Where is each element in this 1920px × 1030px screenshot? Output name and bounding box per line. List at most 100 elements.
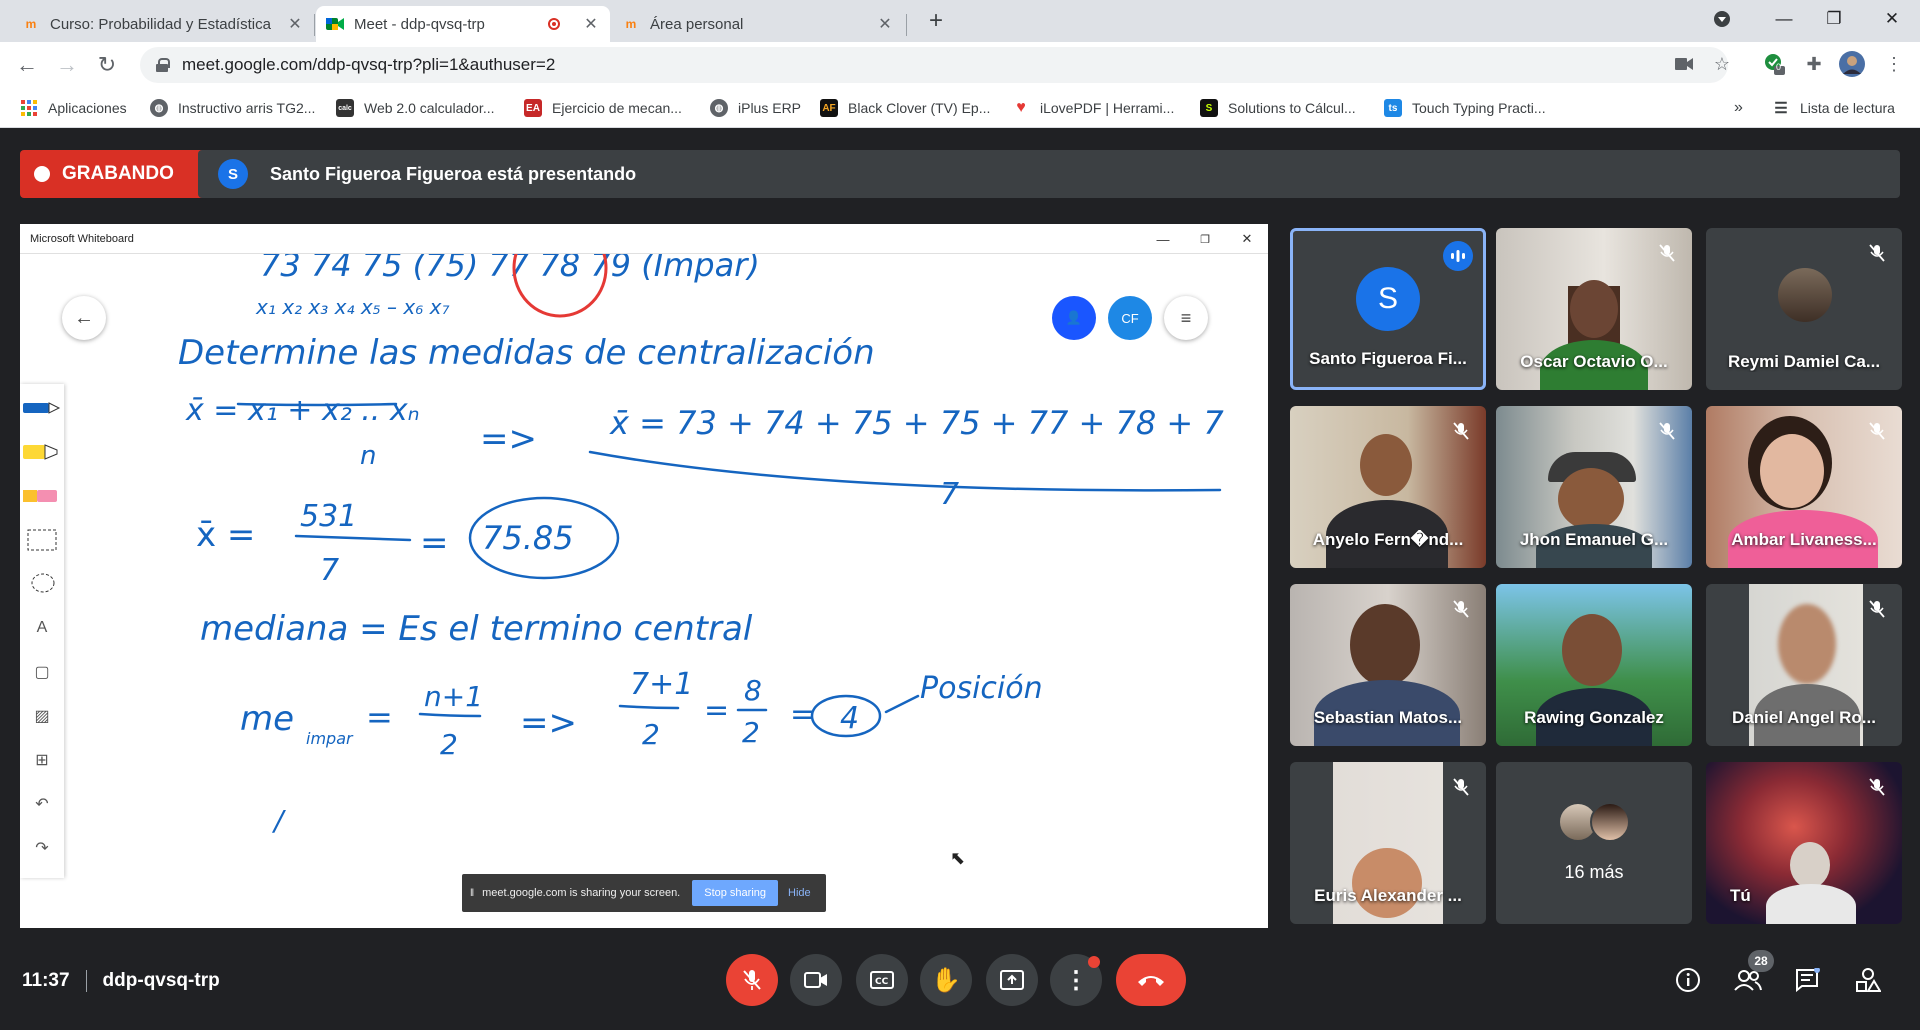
whiteboard-back-button[interactable]: ← bbox=[62, 296, 106, 340]
meeting-info-button[interactable] bbox=[1670, 962, 1706, 998]
presenting-banner: S Santo Figueroa Figueroa está presentan… bbox=[198, 150, 1900, 198]
bookmark-item[interactable]: S Solutions to Cálcul... bbox=[1200, 97, 1356, 119]
wb-close-icon[interactable]: ✕ bbox=[1226, 224, 1268, 254]
bookmark-item[interactable]: ◍ Instructivo arris TG2... bbox=[150, 97, 315, 119]
close-tab-icon[interactable]: ✕ bbox=[582, 14, 600, 34]
participant-tile[interactable]: Daniel Angel Ro... bbox=[1706, 584, 1902, 746]
whiteboard-canvas[interactable]: 73 74 75 (75) 77 78 79 (Impar) x₁ x₂ x₃ … bbox=[20, 254, 1268, 928]
note-icon[interactable]: ▢ bbox=[20, 652, 64, 692]
participant-name: Euris Alexander ... bbox=[1314, 886, 1462, 905]
bookmark-item[interactable]: ts Touch Typing Practi... bbox=[1384, 97, 1546, 119]
more-options-button[interactable]: ⋮ bbox=[1050, 954, 1102, 1006]
back-icon[interactable]: ← bbox=[12, 50, 42, 80]
bookmark-label: Black Clover (TV) Ep... bbox=[848, 100, 991, 116]
whiteboard-toolbar: A ▢ ▨ ⊞ ↶ ↷ bbox=[20, 384, 64, 878]
forward-icon[interactable]: → bbox=[52, 50, 82, 80]
camera-button[interactable] bbox=[790, 954, 842, 1006]
collaborator-cf[interactable]: CF bbox=[1108, 296, 1152, 340]
hide-button[interactable]: Hide bbox=[788, 887, 811, 899]
close-tab-icon[interactable]: ✕ bbox=[876, 14, 894, 34]
ink-xbar-label: x̄ = bbox=[196, 515, 255, 555]
tab-separator bbox=[314, 14, 315, 36]
svg-text:CC: CC bbox=[875, 977, 889, 987]
bookmark-item[interactable]: calc Web 2.0 calculador... bbox=[336, 97, 494, 119]
extensions-puzzle-icon[interactable]: ✚ bbox=[1800, 50, 1828, 78]
undo-icon[interactable]: ↶ bbox=[20, 784, 64, 824]
highlighter-yellow-icon[interactable] bbox=[20, 432, 64, 472]
close-tab-icon[interactable]: ✕ bbox=[286, 14, 304, 34]
participant-tile[interactable]: Rawing Gonzalez bbox=[1496, 584, 1692, 746]
ruler-icon[interactable] bbox=[20, 520, 64, 560]
bookmark-item[interactable]: ♥ iLovePDF | Herrami... bbox=[1012, 97, 1174, 119]
bookmark-item[interactable]: AF Black Clover (TV) Ep... bbox=[820, 97, 990, 119]
leave-call-button[interactable] bbox=[1116, 954, 1186, 1006]
reading-list-icon: ☰ bbox=[1774, 100, 1788, 117]
more-participants-tile[interactable]: 16 más bbox=[1496, 762, 1692, 924]
camera-in-use-icon[interactable] bbox=[1670, 50, 1698, 78]
drag-handle-icon[interactable]: ‖ bbox=[470, 888, 474, 899]
ink-fraction-bar bbox=[418, 712, 482, 718]
shared-screen-whiteboard[interactable]: Microsoft Whiteboard — ❐ ✕ 73 74 75 (75)… bbox=[20, 224, 1268, 928]
participant-video bbox=[1360, 434, 1412, 496]
bookmark-star-icon[interactable]: ☆ bbox=[1708, 50, 1736, 78]
participant-tile[interactable]: Reymi Damiel Ca... bbox=[1706, 228, 1902, 390]
reading-list-button[interactable]: ☰ Lista de lectura bbox=[1772, 97, 1895, 119]
bookmarks-overflow-button[interactable]: » bbox=[1734, 97, 1743, 119]
participant-tile[interactable]: Oscar Octavio O... bbox=[1496, 228, 1692, 390]
mic-off-button[interactable] bbox=[726, 954, 778, 1006]
participant-tile-self[interactable]: Tú bbox=[1706, 762, 1902, 924]
collaborator-avatar-icon[interactable]: 👤 bbox=[1052, 296, 1096, 340]
participant-tile[interactable]: Euris Alexander ... bbox=[1290, 762, 1486, 924]
ink-fraction-bar bbox=[236, 402, 398, 407]
camera-icon bbox=[804, 972, 827, 988]
minimize-window-icon[interactable]: — bbox=[1756, 0, 1812, 38]
presenting-text: Santo Figueroa Figueroa está presentando bbox=[270, 163, 637, 184]
tab-search-icon[interactable] bbox=[1694, 0, 1750, 38]
participant-name: Oscar Octavio O... bbox=[1520, 352, 1668, 371]
reload-icon[interactable]: ↻ bbox=[92, 50, 122, 80]
address-bar[interactable]: meet.google.com/ddp-qvsq-trp?pli=1&authu… bbox=[140, 47, 1728, 83]
participant-tile[interactable]: Anyelo Fern�nd... bbox=[1290, 406, 1486, 568]
participant-tile[interactable]: S Santo Figueroa Fi... bbox=[1290, 228, 1486, 390]
moodle-icon: m bbox=[25, 17, 37, 31]
lasso-icon[interactable] bbox=[20, 564, 64, 604]
ink-fraction-bar bbox=[588, 450, 1222, 492]
tab-area-personal[interactable]: m Área personal ✕ bbox=[612, 6, 904, 42]
reading-list-label: Lista de lectura bbox=[1800, 100, 1895, 116]
ink-fraction-bar bbox=[294, 534, 412, 542]
participant-tile[interactable]: Sebastian Matos... bbox=[1290, 584, 1486, 746]
wb-minimize-icon[interactable]: — bbox=[1142, 224, 1184, 254]
ink-mean-denominator: n bbox=[360, 441, 376, 471]
bookmark-item[interactable]: Aplicaciones bbox=[20, 97, 127, 119]
restore-window-icon[interactable]: ❐ bbox=[1806, 0, 1862, 38]
activities-button[interactable] bbox=[1850, 962, 1886, 998]
chrome-menu-icon[interactable]: ⋮ bbox=[1880, 50, 1908, 78]
new-tab-button[interactable]: + bbox=[922, 6, 950, 36]
stop-sharing-button[interactable]: Stop sharing bbox=[692, 880, 779, 906]
lock-icon[interactable] bbox=[156, 58, 170, 72]
captions-button[interactable]: CC bbox=[856, 954, 908, 1006]
participant-tile[interactable]: Jhon Emanuel G... bbox=[1496, 406, 1692, 568]
bookmark-item[interactable]: ◍ iPlus ERP bbox=[710, 97, 801, 119]
present-button[interactable] bbox=[986, 954, 1038, 1006]
tab-meet[interactable]: Meet - ddp-qvsq-trp ✕ bbox=[316, 6, 610, 42]
more-options-icon: ⋮ bbox=[1064, 966, 1088, 994]
image-icon[interactable]: ▨ bbox=[20, 696, 64, 736]
chat-button[interactable] bbox=[1790, 962, 1826, 998]
raise-hand-button[interactable]: ✋ bbox=[920, 954, 972, 1006]
add-icon[interactable]: ⊞ bbox=[20, 740, 64, 780]
extension-shield-icon[interactable]: 0 bbox=[1760, 50, 1788, 78]
participant-avatar: S bbox=[1356, 267, 1420, 331]
whiteboard-menu-icon[interactable]: ≡ bbox=[1164, 296, 1208, 340]
participant-tile[interactable]: Ambar Livaness... bbox=[1706, 406, 1902, 568]
tab-curso[interactable]: m Curso: Probabilidad y Estadística ✕ bbox=[12, 6, 314, 42]
profile-avatar[interactable] bbox=[1838, 50, 1866, 78]
close-window-icon[interactable]: ✕ bbox=[1864, 0, 1920, 38]
pen-blue-icon[interactable] bbox=[20, 388, 64, 428]
heart-icon: ♥ bbox=[1016, 99, 1026, 116]
text-tool-icon[interactable]: A bbox=[20, 608, 64, 648]
redo-icon[interactable]: ↷ bbox=[20, 828, 64, 868]
eraser-icon[interactable] bbox=[20, 476, 64, 516]
bookmark-item[interactable]: EA Ejercicio de mecan... bbox=[524, 97, 682, 119]
wb-restore-icon[interactable]: ❐ bbox=[1184, 224, 1226, 254]
